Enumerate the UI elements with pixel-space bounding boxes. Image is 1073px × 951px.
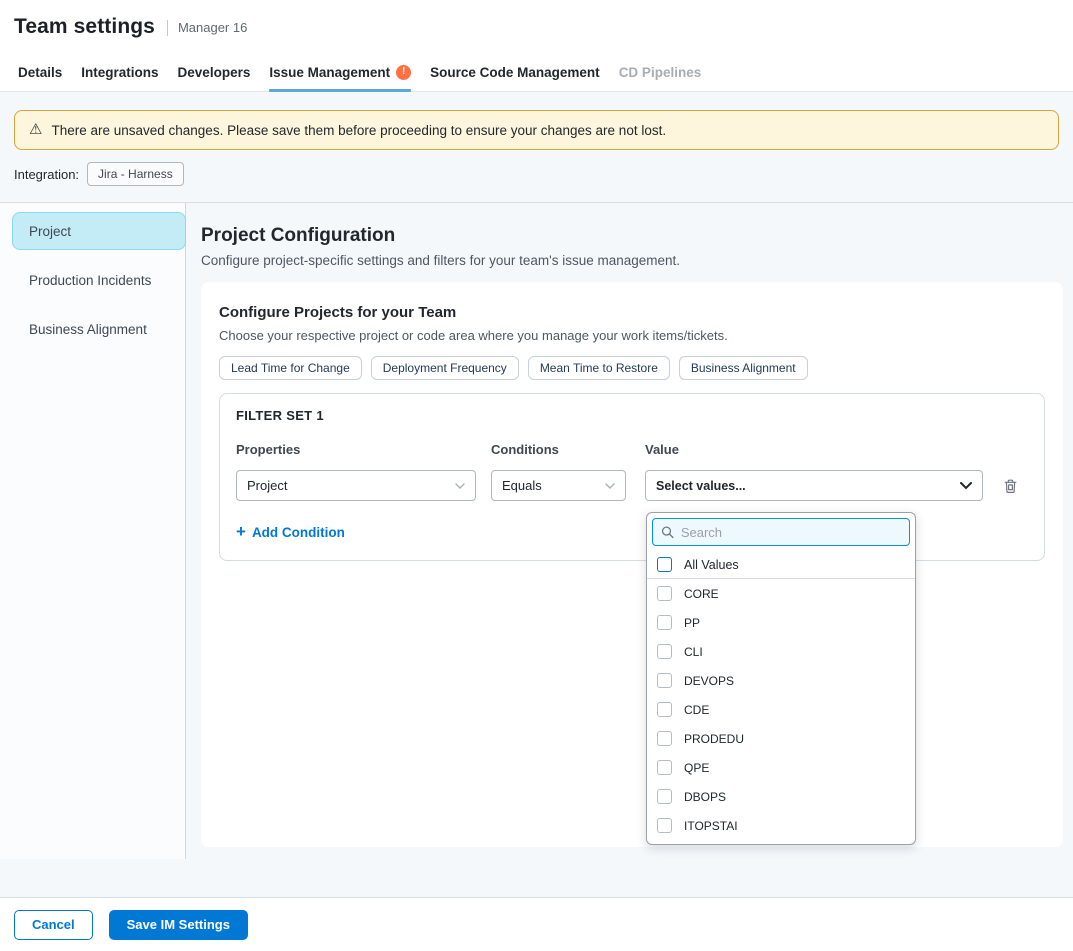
- conditions-select[interactable]: Equals: [491, 470, 626, 501]
- project-configuration-section: Project Configuration Configure project-…: [186, 203, 1073, 897]
- tab-developers[interactable]: Developers: [178, 53, 251, 91]
- value-column-label: Value: [645, 442, 983, 457]
- option-dbops[interactable]: DBOPS: [647, 782, 915, 811]
- all-values-label: All Values: [684, 558, 739, 572]
- integration-chip[interactable]: Jira - Harness: [87, 162, 184, 186]
- sidebar-item-production-incidents[interactable]: Production Incidents: [12, 261, 186, 299]
- value-select[interactable]: Select values... All Valu: [645, 470, 983, 501]
- option-itopstai[interactable]: ITOPSTAI: [647, 811, 915, 840]
- card-title: Configure Projects for your Team: [219, 304, 1045, 321]
- sidebar-item-business-alignment[interactable]: Business Alignment: [12, 310, 186, 348]
- properties-select[interactable]: Project: [236, 470, 476, 501]
- banner-text: There are unsaved changes. Please save t…: [51, 123, 666, 138]
- tab-details[interactable]: Details: [18, 53, 62, 91]
- value-select-placeholder: Select values...: [656, 479, 746, 493]
- option-checkbox[interactable]: [657, 789, 672, 804]
- option-core[interactable]: CORE: [647, 579, 915, 608]
- filter-column-labels: Properties Conditions Value: [236, 442, 1028, 457]
- tab-source-code-management[interactable]: Source Code Management: [430, 53, 600, 91]
- tab-integrations[interactable]: Integrations: [81, 53, 158, 91]
- chevron-down-icon: [605, 483, 615, 489]
- value-dropdown-panel: All Values CORE PP CLI DEVOPS CDE PRODED…: [646, 512, 916, 845]
- dropdown-search: [652, 518, 910, 546]
- chip-lead-time-for-change[interactable]: Lead Time for Change: [219, 356, 362, 380]
- search-input[interactable]: [681, 525, 901, 540]
- page-title: Team settings: [14, 15, 155, 39]
- option-prodedu[interactable]: PRODEDU: [647, 724, 915, 753]
- option-checkbox[interactable]: [657, 615, 672, 630]
- tab-issue-management-label: Issue Management: [269, 65, 390, 80]
- option-cde[interactable]: CDE: [647, 695, 915, 724]
- footer-actions: Cancel Save IM Settings: [0, 897, 1073, 951]
- option-checkbox[interactable]: [657, 644, 672, 659]
- tab-issue-management[interactable]: Issue Management !: [269, 53, 411, 91]
- warning-icon: ⚠: [29, 122, 42, 137]
- section-title: Project Configuration: [201, 225, 1063, 247]
- chevron-down-icon: [960, 482, 972, 490]
- unsaved-changes-banner: ⚠ There are unsaved changes. Please save…: [14, 110, 1059, 150]
- add-condition-button[interactable]: + Add Condition: [236, 525, 345, 540]
- option-checkbox[interactable]: [657, 702, 672, 717]
- option-cli[interactable]: CLI: [647, 637, 915, 666]
- chip-mean-time-to-restore[interactable]: Mean Time to Restore: [528, 356, 670, 380]
- option-checkbox[interactable]: [657, 731, 672, 746]
- option-pipe[interactable]: PIPE: [647, 840, 915, 845]
- option-qpe[interactable]: QPE: [647, 753, 915, 782]
- search-icon: [661, 525, 674, 539]
- add-condition-label: Add Condition: [252, 525, 345, 540]
- cancel-button[interactable]: Cancel: [14, 910, 93, 940]
- integration-label: Integration:: [14, 162, 79, 182]
- chip-business-alignment[interactable]: Business Alignment: [679, 356, 808, 380]
- delete-filter-button[interactable]: [1003, 478, 1018, 494]
- card-subtitle: Choose your respective project or code a…: [219, 328, 1045, 343]
- trash-icon: [1003, 478, 1018, 494]
- option-devops[interactable]: DEVOPS: [647, 666, 915, 695]
- metric-chips: Lead Time for Change Deployment Frequenc…: [219, 356, 1045, 380]
- tab-cd-pipelines: CD Pipelines: [619, 53, 702, 91]
- chip-deployment-frequency[interactable]: Deployment Frequency: [371, 356, 519, 380]
- settings-body: Project Production Incidents Business Al…: [0, 203, 1073, 897]
- filter-condition-row: Project Equals Select values...: [236, 470, 1028, 501]
- settings-sidebar: Project Production Incidents Business Al…: [0, 203, 186, 859]
- all-values-checkbox[interactable]: [657, 557, 672, 572]
- page-header: Team settings Manager 16: [0, 0, 1073, 53]
- option-checkbox[interactable]: [657, 673, 672, 688]
- save-im-settings-button[interactable]: Save IM Settings: [109, 910, 248, 940]
- tab-bar: Details Integrations Developers Issue Ma…: [0, 53, 1073, 92]
- content-region: ⚠ There are unsaved changes. Please save…: [0, 92, 1073, 897]
- conditions-select-value: Equals: [502, 478, 542, 493]
- option-checkbox[interactable]: [657, 586, 672, 601]
- chevron-down-icon: [455, 483, 465, 489]
- option-all-values[interactable]: All Values: [647, 551, 915, 578]
- filter-set-title: FILTER SET 1: [236, 408, 1028, 423]
- configure-projects-card: Configure Projects for your Team Choose …: [201, 282, 1063, 847]
- option-checkbox[interactable]: [657, 760, 672, 775]
- sidebar-item-project[interactable]: Project: [12, 212, 186, 250]
- page-subtitle: Manager 16: [178, 20, 247, 35]
- conditions-column-label: Conditions: [491, 442, 626, 457]
- section-subtitle: Configure project-specific settings and …: [201, 253, 1063, 268]
- title-separator: [167, 20, 168, 36]
- alert-badge-icon: !: [396, 65, 411, 80]
- properties-column-label: Properties: [236, 442, 476, 457]
- option-checkbox[interactable]: [657, 818, 672, 833]
- integration-row: Integration: Jira - Harness: [0, 162, 1073, 203]
- properties-select-value: Project: [247, 478, 287, 493]
- option-pp[interactable]: PP: [647, 608, 915, 637]
- plus-icon: +: [236, 523, 246, 540]
- filter-set-card: FILTER SET 1 Properties Conditions Value…: [219, 393, 1045, 561]
- app: Team settings Manager 16 Details Integra…: [0, 0, 1073, 951]
